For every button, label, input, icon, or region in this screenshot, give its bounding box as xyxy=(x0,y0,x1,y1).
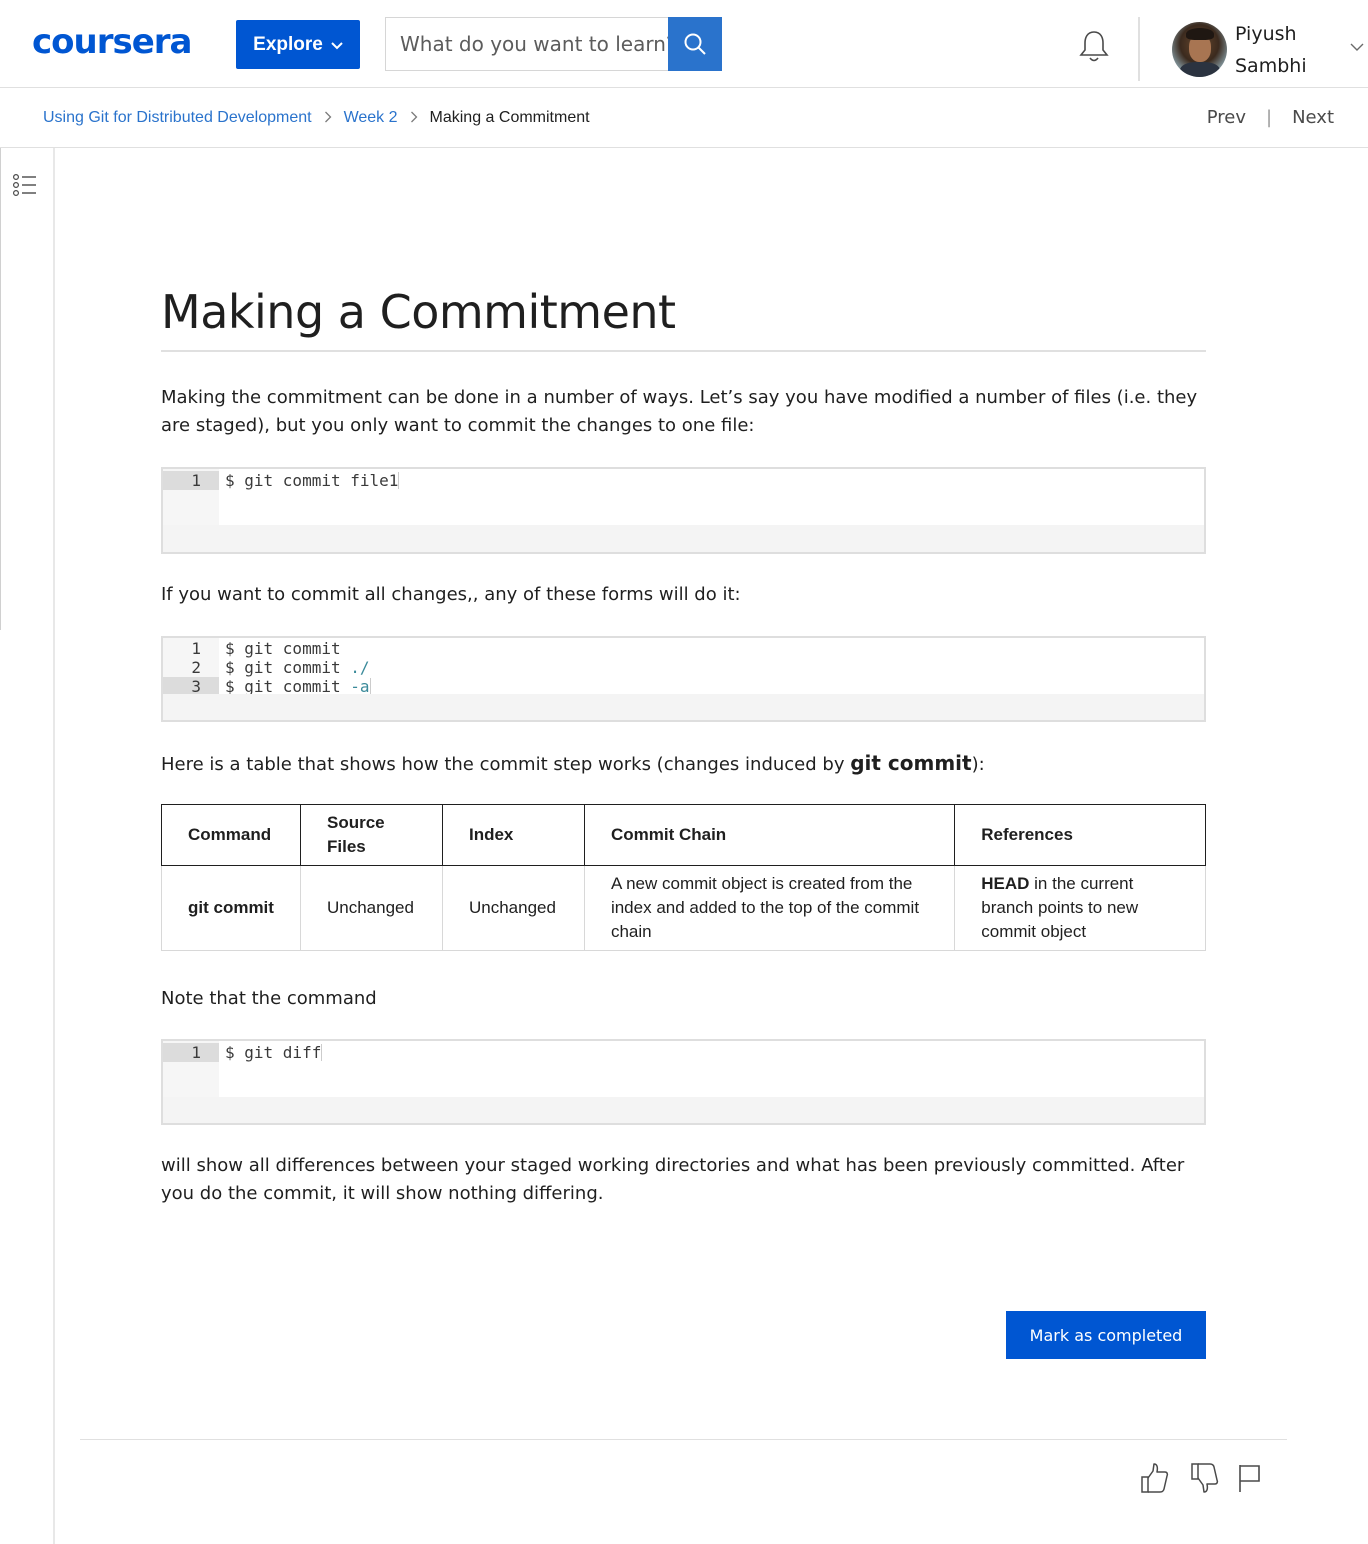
notifications-button[interactable] xyxy=(1076,28,1112,64)
mark-completed-button[interactable]: Mark as completed xyxy=(1006,1311,1206,1359)
page-title: Making a Commitment xyxy=(161,285,676,339)
title-divider xyxy=(161,350,1206,352)
column-header: Index xyxy=(441,804,585,866)
table-cell: A new commit object is created from the … xyxy=(583,865,956,951)
coursera-logo[interactable]: coursera xyxy=(32,22,192,62)
inline-code-git-commit: git commit xyxy=(850,751,972,775)
chevron-right-icon xyxy=(324,110,332,126)
code-line: 1 $ git diff xyxy=(163,1043,1006,1062)
breadcrumb-course-link[interactable]: Using Git for Distributed Development xyxy=(43,109,312,127)
rail-edge xyxy=(0,148,1,630)
prev-next-nav: Prev | Next xyxy=(1207,88,1334,147)
paragraph-note: Note that the command xyxy=(161,988,377,1009)
search-button[interactable] xyxy=(668,17,722,71)
table-cell: git commit xyxy=(161,865,301,951)
column-header: Source Files xyxy=(299,804,443,866)
user-name[interactable]: Piyush Sambhi xyxy=(1235,18,1335,82)
paragraph-intro: Making the commitment can be done in a n… xyxy=(161,387,1198,436)
next-link[interactable]: Next xyxy=(1292,107,1334,128)
chevron-down-icon[interactable] xyxy=(1350,42,1364,52)
explore-label: Explore xyxy=(253,33,323,55)
search-icon xyxy=(684,33,706,55)
column-header: Command xyxy=(161,804,301,866)
commit-table: Command Source Files Index Commit Chain … xyxy=(161,804,1206,951)
code-line: 1 $ git commit xyxy=(191,639,341,658)
code-block[interactable]: 1 $ git commit file1 xyxy=(161,467,1206,554)
thumbs-up-icon[interactable] xyxy=(1138,1461,1170,1495)
prev-next-separator: | xyxy=(1265,107,1273,128)
table-row: git commit Unchanged Unchanged A new com… xyxy=(161,865,1206,951)
breadcrumb-week-link[interactable]: Week 2 xyxy=(344,109,398,127)
column-header: References xyxy=(954,804,1206,866)
user-last-name: Sambhi xyxy=(1235,55,1307,77)
search-input[interactable] xyxy=(385,17,668,71)
chevron-right-icon xyxy=(410,110,418,126)
paragraph-diff: will show all differences between your s… xyxy=(161,1155,1185,1204)
code-block[interactable]: 1 $ git diff xyxy=(161,1039,1206,1125)
breadcrumb-bar: Using Git for Distributed Development We… xyxy=(0,88,1368,148)
explore-button[interactable]: Explore xyxy=(236,20,360,69)
chevron-down-icon xyxy=(331,39,343,53)
breadcrumb: Using Git for Distributed Development We… xyxy=(43,88,590,147)
code-line: 2 $ git commit ./ xyxy=(191,658,370,677)
left-rail xyxy=(0,148,55,1544)
user-first-name: Piyush xyxy=(1235,23,1297,45)
bell-icon xyxy=(1079,31,1109,62)
breadcrumb-current: Making a Commitment xyxy=(429,108,590,126)
paragraph-table-intro: Here is a table that shows how the commi… xyxy=(161,751,985,775)
table-cell: HEAD in the current branch points to new… xyxy=(954,865,1206,951)
prev-link[interactable]: Prev xyxy=(1207,107,1246,128)
header-divider xyxy=(1138,17,1140,81)
code-block[interactable]: 1 $ git commit 2 $ git commit ./ 3 $ git… xyxy=(161,636,1206,722)
table-header-row: Command Source Files Index Commit Chain … xyxy=(161,804,1206,866)
code-line: 3 $ git commit -a xyxy=(163,677,1006,694)
code-line: 1 $ git commit file1 xyxy=(163,471,1006,490)
table-cell: Unchanged xyxy=(441,865,585,951)
column-header: Commit Chain xyxy=(583,804,956,866)
table-cell: Unchanged xyxy=(299,865,443,951)
toc-icon[interactable] xyxy=(12,172,38,198)
top-header: coursera Explore Piyush Sambhi xyxy=(0,0,1368,88)
paragraph-all-changes: If you want to commit all changes,, any … xyxy=(161,584,741,605)
thumbs-down-icon[interactable] xyxy=(1188,1461,1220,1495)
avatar[interactable] xyxy=(1172,22,1227,77)
footer-divider xyxy=(80,1439,1287,1440)
flag-icon[interactable] xyxy=(1236,1461,1268,1495)
